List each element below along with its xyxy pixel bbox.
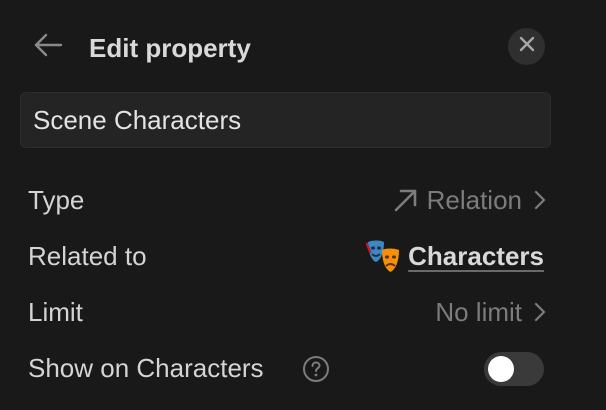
show-on-toggle[interactable] <box>484 352 544 386</box>
type-row[interactable]: Type Relation <box>0 175 606 225</box>
limit-row[interactable]: Limit No limit <box>0 287 606 337</box>
limit-label: Limit <box>28 297 83 327</box>
page-title: Edit property <box>89 33 251 63</box>
close-button[interactable] <box>508 28 545 65</box>
close-icon <box>519 36 535 57</box>
header: Edit property <box>0 22 606 72</box>
type-label: Type <box>28 185 85 215</box>
show-on-row: Show on Characters <box>0 343 606 393</box>
chevron-right-icon <box>534 302 546 322</box>
property-name-input[interactable] <box>20 92 551 148</box>
related-to-label: Related to <box>28 241 147 271</box>
limit-selector[interactable]: No limit <box>435 293 546 331</box>
type-selector[interactable]: Relation <box>393 181 546 219</box>
toggle-knob <box>488 356 514 382</box>
show-on-label: Show on Characters <box>28 353 264 383</box>
related-to-row[interactable]: Related to Characters <box>0 231 606 281</box>
arrow-up-right-icon <box>393 187 419 213</box>
question-circle-icon[interactable] <box>302 355 330 383</box>
limit-value: No limit <box>435 296 522 327</box>
related-database-link[interactable]: Characters <box>366 237 544 275</box>
chevron-right-icon <box>534 190 546 210</box>
arrow-left-icon <box>33 33 63 62</box>
related-database-name: Characters <box>408 240 544 271</box>
edit-property-panel: Edit property Type Relation <box>0 0 606 410</box>
performing-arts-emoji <box>366 238 402 274</box>
type-value: Relation <box>426 184 522 215</box>
back-button[interactable] <box>30 31 66 63</box>
